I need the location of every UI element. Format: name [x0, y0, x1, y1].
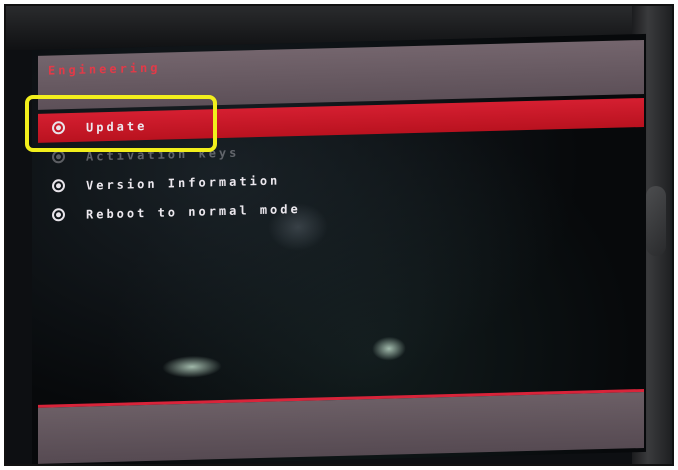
- menu-item-label: Activation keys: [86, 145, 240, 164]
- photo-frame: Engineering Update Activation keys Versi…: [4, 4, 674, 466]
- control-knob: [646, 186, 666, 256]
- radio-bullet-icon: [52, 121, 65, 135]
- light-glare: [162, 355, 222, 379]
- light-glare: [372, 336, 406, 362]
- radio-bullet-icon: [52, 150, 65, 164]
- engineering-menu: Update Activation keys Version Informati…: [32, 97, 646, 230]
- page-title: Engineering: [48, 60, 161, 78]
- infotainment-screen: Engineering Update Activation keys Versi…: [32, 33, 646, 464]
- radio-bullet-icon: [52, 208, 65, 222]
- menu-item-label: Version Information: [86, 172, 281, 193]
- menu-item-label: Update: [86, 118, 148, 135]
- radio-bullet-icon: [52, 179, 65, 193]
- menu-item-label: Reboot to normal mode: [86, 201, 301, 222]
